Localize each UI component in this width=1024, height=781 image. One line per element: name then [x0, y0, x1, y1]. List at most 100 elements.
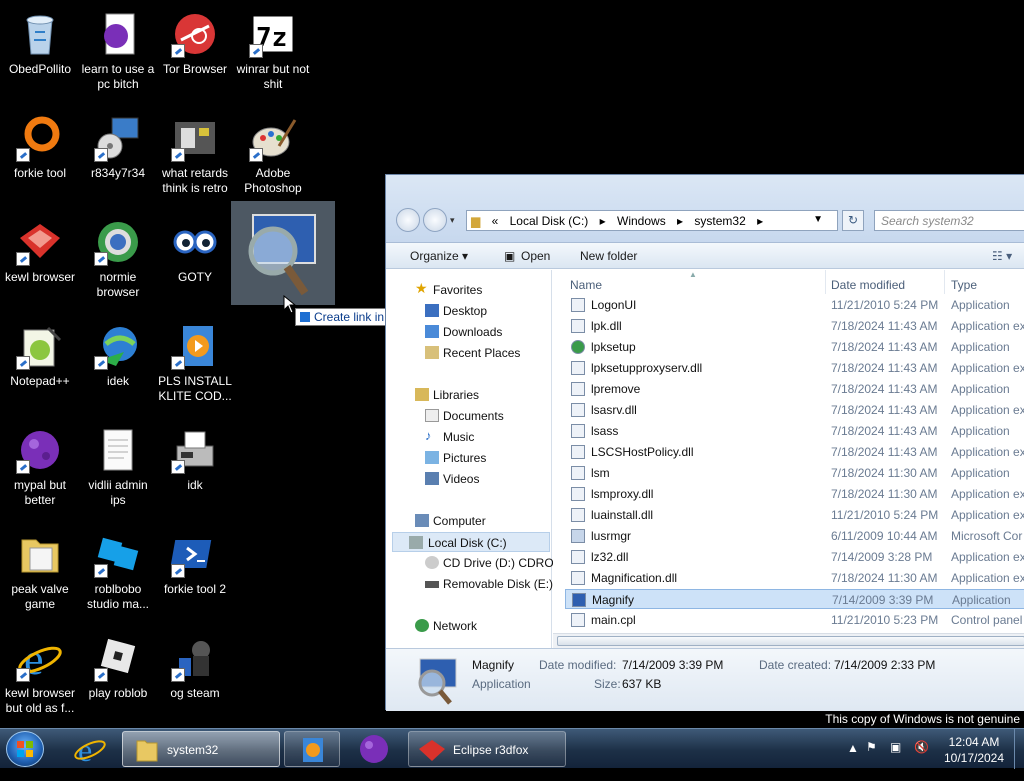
desktop-icon-og-steam[interactable]: og steam — [155, 628, 235, 732]
file-row[interactable]: lpksetup 7/18/2024 11:43 AM Application — [565, 337, 1024, 357]
scrollbar-thumb[interactable] — [557, 636, 1024, 646]
file-type: Control panel — [951, 613, 1023, 627]
file-row[interactable]: lsmproxy.dll 7/18/2024 11:30 AM Applicatio… — [565, 484, 1024, 504]
desktop-icon-label: Adobe Photoshop — [244, 166, 302, 195]
file-row[interactable]: LogonUI 11/21/2010 5:24 PM Application — [565, 295, 1024, 315]
desktop-icon-label: og steam — [170, 686, 220, 700]
breadcrumb-separator-icon: ▸ — [599, 214, 606, 228]
file-row[interactable]: luainstall.dll 11/21/2010 5:24 PM Applicat… — [565, 505, 1024, 525]
mouse-cursor-icon — [283, 295, 297, 314]
desktop-icon-forkie-tool[interactable]: forkie tool — [0, 108, 80, 212]
taskbar-eclipse-r3dfox[interactable]: Eclipse r3dfox — [408, 731, 566, 767]
desktop-icon-kewl-browser[interactable]: kewl browser — [0, 212, 80, 316]
desktop-icon-label: peak valve game — [11, 582, 69, 611]
desktop-icon-kewl-browser-old[interactable]: e kewl browser but old as f... — [0, 628, 80, 732]
breadcrumb-windows[interactable]: Windows — [617, 214, 666, 228]
cd-drive-icon — [425, 556, 439, 569]
column-header-type[interactable]: Type — [951, 270, 977, 294]
shortcut-arrow-icon — [249, 44, 263, 58]
file-row[interactable]: lpksetupproxyserv.dll 7/18/2024 11:43 AM A… — [565, 358, 1024, 378]
address-bar[interactable]: ▆ « Local Disk (C:) ▸ Windows ▸ system32… — [466, 210, 838, 231]
desktop-icon-peak-valve-game[interactable]: peak valve game — [0, 524, 80, 628]
file-row[interactable]: main.cpl 11/21/2010 5:23 PM Control panel — [565, 610, 1024, 630]
breadcrumb-system32[interactable]: system32 — [694, 214, 745, 228]
file-row[interactable]: lsm 7/18/2024 11:30 AM Application — [565, 463, 1024, 483]
show-hidden-icons-icon[interactable]: ▲ — [847, 741, 859, 781]
taskbar-mypal[interactable] — [346, 731, 402, 767]
desktop-icon-goty[interactable]: GOTY — [155, 212, 235, 316]
file-row[interactable]: lsasrv.dll 7/18/2024 11:43 AM Application … — [565, 400, 1024, 420]
show-desktop-button[interactable] — [1014, 729, 1024, 769]
start-button[interactable] — [6, 731, 44, 767]
desktop-icon-r834y7r34[interactable]: r834y7r34 — [78, 108, 158, 212]
back-button[interactable] — [396, 208, 420, 232]
desktop-icon-idek[interactable]: idek — [78, 316, 158, 420]
pictures-icon — [425, 451, 439, 464]
search-input[interactable]: Search system32 — [874, 210, 1024, 231]
network-icon[interactable]: ▣ — [890, 740, 901, 780]
file-row[interactable]: LSCSHostPolicy.dll 7/18/2024 11:43 AM Appl… — [565, 442, 1024, 462]
magnifier-icon — [248, 214, 316, 296]
recent-pages-dropdown-icon[interactable]: ▾ — [450, 215, 455, 226]
file-date: 7/18/2024 11:43 AM — [831, 361, 938, 375]
column-header-name[interactable]: Name — [570, 270, 602, 294]
forward-button[interactable] — [423, 208, 447, 232]
taskbar-media-player[interactable] — [284, 731, 340, 767]
explorer-titlebar[interactable] — [386, 175, 1024, 243]
desktop-icon-forkie-tool-2[interactable]: forkie tool 2 — [155, 524, 235, 628]
desktop-icon-roblbobo-studio[interactable]: roblbobo studio ma... — [78, 524, 158, 628]
explorer-window[interactable]: ▾ ▆ « Local Disk (C:) ▸ Windows ▸ system… — [385, 174, 1024, 711]
desktop-icon-learn-to-use[interactable]: learn to use a pc bitch — [78, 4, 158, 108]
horizontal-scrollbar[interactable] — [553, 633, 1024, 648]
breadcrumb-local-disk[interactable]: Local Disk (C:) — [510, 214, 589, 228]
view-options-icon[interactable]: ☷ ▾ — [992, 249, 1012, 263]
column-separator[interactable] — [825, 270, 826, 294]
desktop-icon-obedpollito[interactable]: ObedPollito — [0, 4, 80, 108]
new-folder-button[interactable]: New folder — [580, 249, 637, 263]
organize-button[interactable]: Organize ▾ — [410, 249, 468, 263]
refresh-icon[interactable]: ↻ — [842, 210, 864, 231]
7zip-icon: 7z — [249, 10, 297, 58]
file-name: lpksetupproxyserv.dll — [591, 361, 703, 375]
desktop-icon-mypal[interactable]: mypal but better — [0, 420, 80, 524]
nav-local-disk[interactable]: Local Disk (C:) — [392, 532, 550, 552]
desktop-icon-normie-browser[interactable]: normie browser — [78, 212, 158, 316]
file-row[interactable]: lsass 7/18/2024 11:43 AM Application — [565, 421, 1024, 441]
chrome-style-browser-icon — [94, 218, 142, 266]
file-name: lpk.dll — [591, 319, 622, 333]
shortcut-arrow-icon — [249, 148, 263, 162]
file-row[interactable]: lpk.dll 7/18/2024 11:43 AM Application ex — [565, 316, 1024, 336]
address-dropdown-icon[interactable]: ▼ — [813, 214, 823, 225]
desktop-icon-label: idk — [187, 478, 203, 492]
desktop-icon-play-roblob[interactable]: play roblob — [78, 628, 158, 732]
open-button[interactable]: Open — [521, 249, 550, 263]
volume-muted-icon[interactable]: 🔇 — [914, 740, 929, 780]
dragged-magnify-icon[interactable] — [231, 201, 335, 305]
file-row[interactable]: lusrmgr 6/11/2009 10:44 AM Microsoft Cor — [565, 526, 1024, 546]
shortcut-arrow-icon — [94, 356, 108, 370]
file-row-selected[interactable]: Magnify 7/14/2009 3:39 PM Application — [565, 589, 1024, 609]
taskbar-system32-window[interactable]: system32 — [122, 731, 280, 767]
desktop-icon-idk[interactable]: idk — [155, 420, 235, 524]
desktop-icon-adobe-photoshop[interactable]: Adobe Photoshop — [233, 108, 313, 212]
shortcut-arrow-icon — [94, 564, 108, 578]
file-date: 7/18/2024 11:43 AM — [831, 424, 938, 438]
file-name: lz32.dll — [591, 550, 629, 564]
desktop-icon-notepadpp[interactable]: Notepad++ — [0, 316, 80, 420]
file-row[interactable]: lz32.dll 7/14/2009 3:28 PM Application ex — [565, 547, 1024, 567]
desktop-icon-winrar[interactable]: 7z winrar but not shit — [233, 4, 313, 108]
desktop-icon-tor-browser[interactable]: Tor Browser — [155, 4, 235, 108]
taskbar-internet-explorer[interactable]: e — [64, 731, 116, 768]
desktop-icon-vidlii-admin-ips[interactable]: vidlii admin ips — [78, 420, 158, 524]
column-separator[interactable] — [944, 270, 945, 294]
file-row[interactable]: lpremove 7/18/2024 11:43 AM Application — [565, 379, 1024, 399]
desktop-icon-pls-install-klite[interactable]: PLS INSTALL KLITE COD... — [155, 316, 235, 420]
desktop: ObedPollito forkie tool kewl browser Not… — [0, 0, 1024, 728]
breadcrumb-overflow[interactable]: « — [492, 214, 499, 228]
file-row[interactable]: Magnification.dll 7/18/2024 11:30 AM Appli… — [565, 568, 1024, 588]
column-header-date[interactable]: Date modified — [831, 270, 905, 294]
action-center-flag-icon[interactable]: ⚑ — [866, 740, 877, 780]
clock[interactable]: 12:04 AM 10/17/2024 — [934, 734, 1014, 766]
desktop-icon-label: ObedPollito — [8, 62, 72, 76]
desktop-icon-what-retards-think[interactable]: what retards think is retro — [155, 108, 235, 212]
